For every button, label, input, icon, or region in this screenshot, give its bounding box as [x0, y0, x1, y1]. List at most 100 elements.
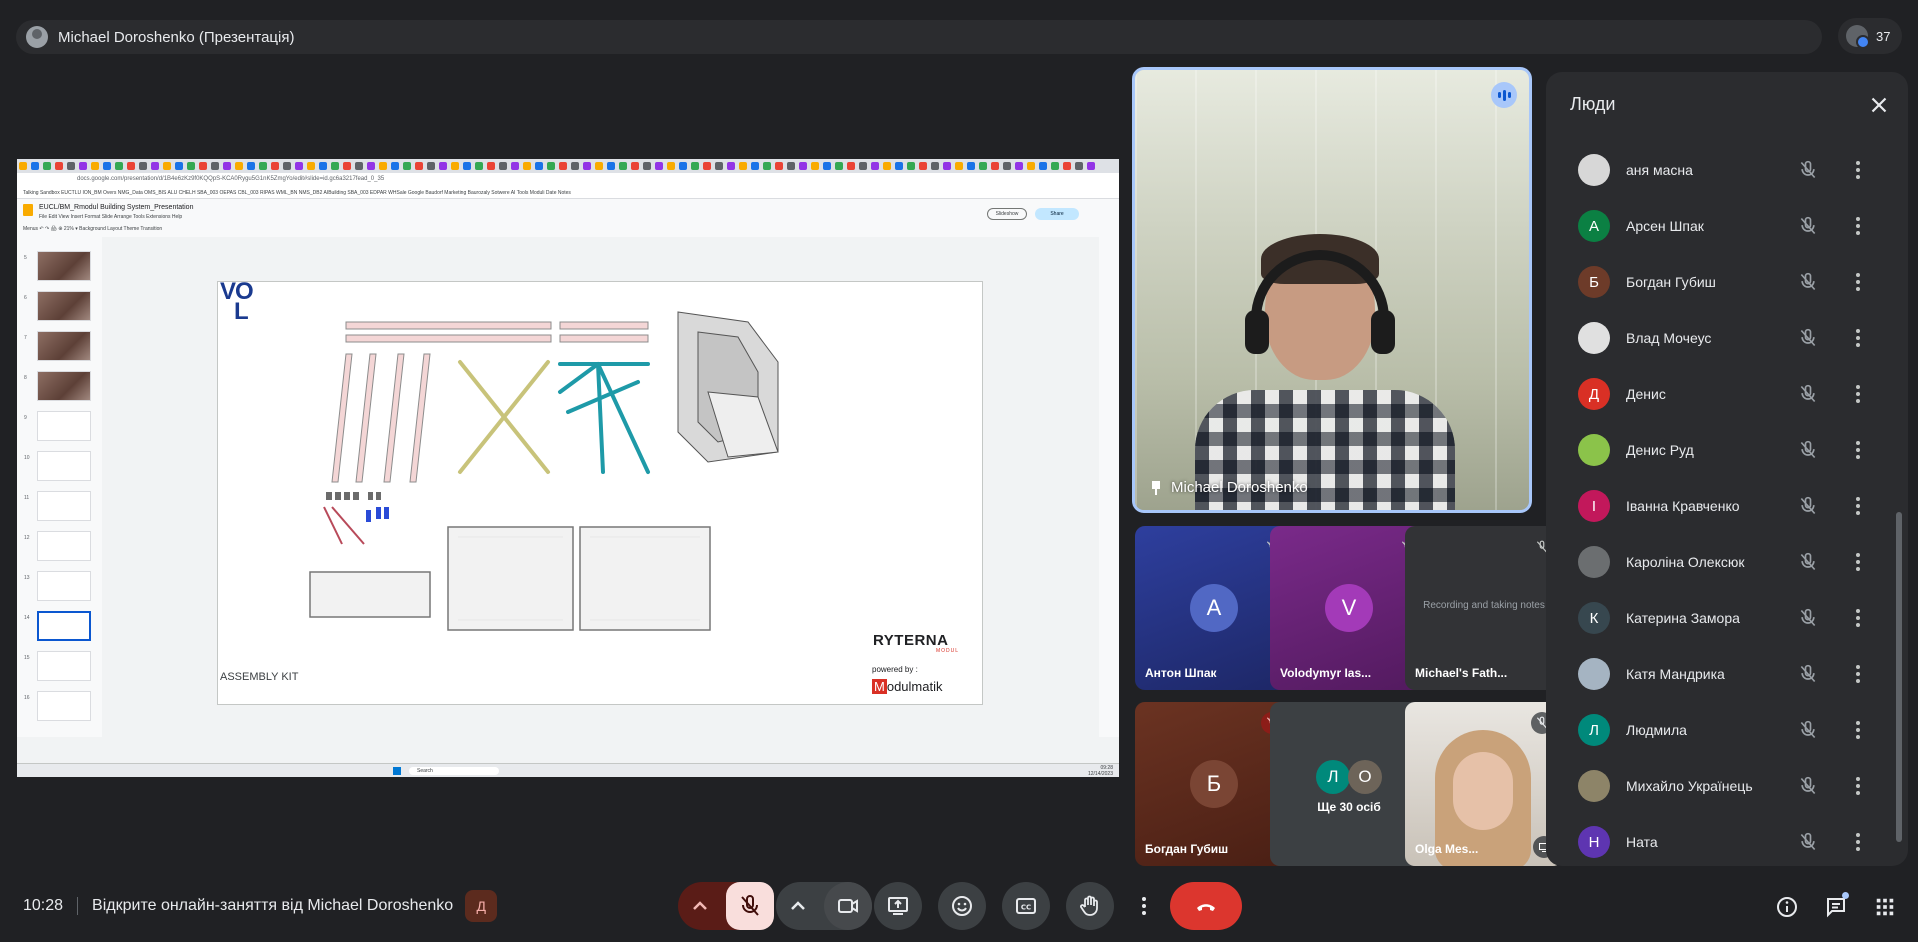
presenter-title: Michael Doroshenko (Презентація): [58, 28, 295, 46]
thumbnail-number: 12: [24, 535, 30, 541]
mic-off-icon: [1796, 774, 1820, 798]
ryterna-logo-sub: MODUL: [936, 648, 960, 654]
participant-more-button[interactable]: [1846, 382, 1870, 406]
mic-off-icon: [1796, 830, 1820, 854]
slide-thumbnail: [37, 411, 91, 441]
browser-tab-strip: [17, 159, 1119, 173]
slide-filmstrip: 5 6 7 8 9 10 11 12 13 14 15 16: [17, 237, 102, 737]
meeting-info: 10:28 Відкрите онлайн-заняття від Michae…: [23, 890, 498, 922]
camera-toggle-button[interactable]: [824, 882, 872, 930]
captions-button[interactable]: CC: [1002, 882, 1050, 930]
participant-avatar: [1578, 434, 1610, 466]
participant-tile[interactable]: Recording and taking notes Michael's Fat…: [1405, 526, 1563, 690]
presenter-bar[interactable]: Michael Doroshenko (Презентація): [16, 20, 1822, 54]
mic-off-icon: [1796, 662, 1820, 686]
reactions-button[interactable]: [938, 882, 986, 930]
panel-title: Люди: [1570, 94, 1616, 114]
chevron-up-icon: [791, 901, 805, 910]
participant-avatar: І: [1578, 490, 1610, 522]
mic-off-icon: [1796, 438, 1820, 462]
participant-avatar: Н: [1578, 826, 1610, 858]
participant-name: Кароліна Олексюк: [1626, 554, 1745, 570]
camera-options-button[interactable]: [776, 882, 820, 930]
mic-toggle-button[interactable]: [726, 882, 774, 930]
participant-row[interactable]: Н Ната: [1546, 814, 1908, 866]
present-screen-button[interactable]: [874, 882, 922, 930]
browser-url-bar: docs.google.com/presentation/d/1B4e6zKz9…: [17, 173, 1119, 187]
participant-more-button[interactable]: [1846, 606, 1870, 630]
leave-call-button[interactable]: [1170, 882, 1242, 930]
participant-row[interactable]: Катя Мандрика: [1546, 646, 1908, 702]
assembly-kit-illustration: [309, 311, 779, 631]
participant-more-button[interactable]: [1846, 158, 1870, 182]
participant-avatar: [1578, 546, 1610, 578]
participant-avatar: О: [1348, 760, 1382, 794]
participant-avatar: Б: [1190, 760, 1238, 808]
meeting-details-button[interactable]: [1774, 894, 1800, 920]
participant-more-button[interactable]: [1846, 494, 1870, 518]
participant-name: Денис Руд: [1626, 442, 1694, 458]
hand-icon: [1080, 895, 1098, 916]
participant-more-button[interactable]: [1846, 550, 1870, 574]
slide-caption: ASSEMBLY KIT: [220, 671, 299, 683]
participant-row[interactable]: Денис Руд: [1546, 422, 1908, 478]
participant-more-button[interactable]: [1846, 830, 1870, 854]
shared-screen: docs.google.com/presentation/d/1B4e6zKz9…: [17, 159, 1119, 777]
participant-more-button[interactable]: [1846, 718, 1870, 742]
raise-hand-button[interactable]: [1066, 882, 1114, 930]
participant-row[interactable]: І Іванна Кравченко: [1546, 478, 1908, 534]
windows-start-icon: [393, 767, 401, 775]
mic-options-button[interactable]: [678, 882, 722, 930]
taskbar-search: Search: [409, 767, 499, 775]
participant-row[interactable]: Кароліна Олексюк: [1546, 534, 1908, 590]
slides-side-panel: [1099, 237, 1119, 737]
participant-row[interactable]: Б Богдан Губиш: [1546, 254, 1908, 310]
participant-row[interactable]: Д Денис: [1546, 366, 1908, 422]
participant-more-button[interactable]: [1846, 438, 1870, 462]
os-taskbar: Search 09:28 12/14/2023: [17, 763, 1119, 777]
participant-row[interactable]: Л Людмила: [1546, 702, 1908, 758]
participant-more-button[interactable]: [1846, 270, 1870, 294]
participant-row[interactable]: А Арсен Шпак: [1546, 198, 1908, 254]
participant-name: Ната: [1626, 834, 1658, 850]
panel-scrollbar[interactable]: [1896, 512, 1902, 842]
slide-thumbnail: [37, 691, 91, 721]
present-icon: [888, 897, 908, 915]
participant-more-button[interactable]: [1846, 214, 1870, 238]
document-title: EUCL/BM_Rmodul Building System_Presentat…: [39, 204, 194, 211]
participant-face: [1453, 752, 1513, 830]
participant-more-button[interactable]: [1846, 774, 1870, 798]
participant-more-button[interactable]: [1846, 326, 1870, 350]
participant-avatar: Б: [1578, 266, 1610, 298]
participant-tile[interactable]: Olga Mes...: [1405, 702, 1563, 866]
participants-avatar-icon: [1846, 25, 1870, 49]
participant-row[interactable]: аня масна: [1546, 142, 1908, 198]
more-options-button[interactable]: [1130, 882, 1158, 930]
host-badge: Д: [465, 890, 498, 922]
chat-button[interactable]: [1823, 892, 1849, 920]
participant-avatar: Л: [1316, 760, 1350, 794]
participant-avatar: [1578, 154, 1610, 186]
slide-thumbnail: [37, 291, 91, 321]
slides-logo-icon: [23, 204, 33, 216]
participant-row[interactable]: Влад Мочеус: [1546, 310, 1908, 366]
active-speaker-tile[interactable]: Michael Doroshenko: [1132, 67, 1532, 513]
taskbar-clock: 09:28 12/14/2023: [1087, 765, 1113, 777]
slide-thumbnail: [37, 451, 91, 481]
participants-button[interactable]: 37: [1838, 18, 1902, 54]
mic-off-icon: [1796, 382, 1820, 406]
activities-button[interactable]: [1872, 894, 1898, 920]
bookmarks-bar: Talking Sandbox EUCTLU ION_BM Overs NMG_…: [17, 187, 1119, 199]
info-icon: [1777, 897, 1797, 917]
participant-name: Катерина Замора: [1626, 610, 1740, 626]
thumbnail-number: 6: [24, 295, 27, 301]
participant-more-button[interactable]: [1846, 662, 1870, 686]
participant-name: Катя Мандрика: [1626, 666, 1725, 682]
participant-avatar: К: [1578, 602, 1610, 634]
participant-row[interactable]: Михайло Українець: [1546, 758, 1908, 814]
pin-icon: [1151, 480, 1161, 495]
participant-avatar: [1578, 322, 1610, 354]
mic-off-icon: [1796, 326, 1820, 350]
close-panel-button[interactable]: [1866, 92, 1892, 118]
participant-row[interactable]: К Катерина Замора: [1546, 590, 1908, 646]
